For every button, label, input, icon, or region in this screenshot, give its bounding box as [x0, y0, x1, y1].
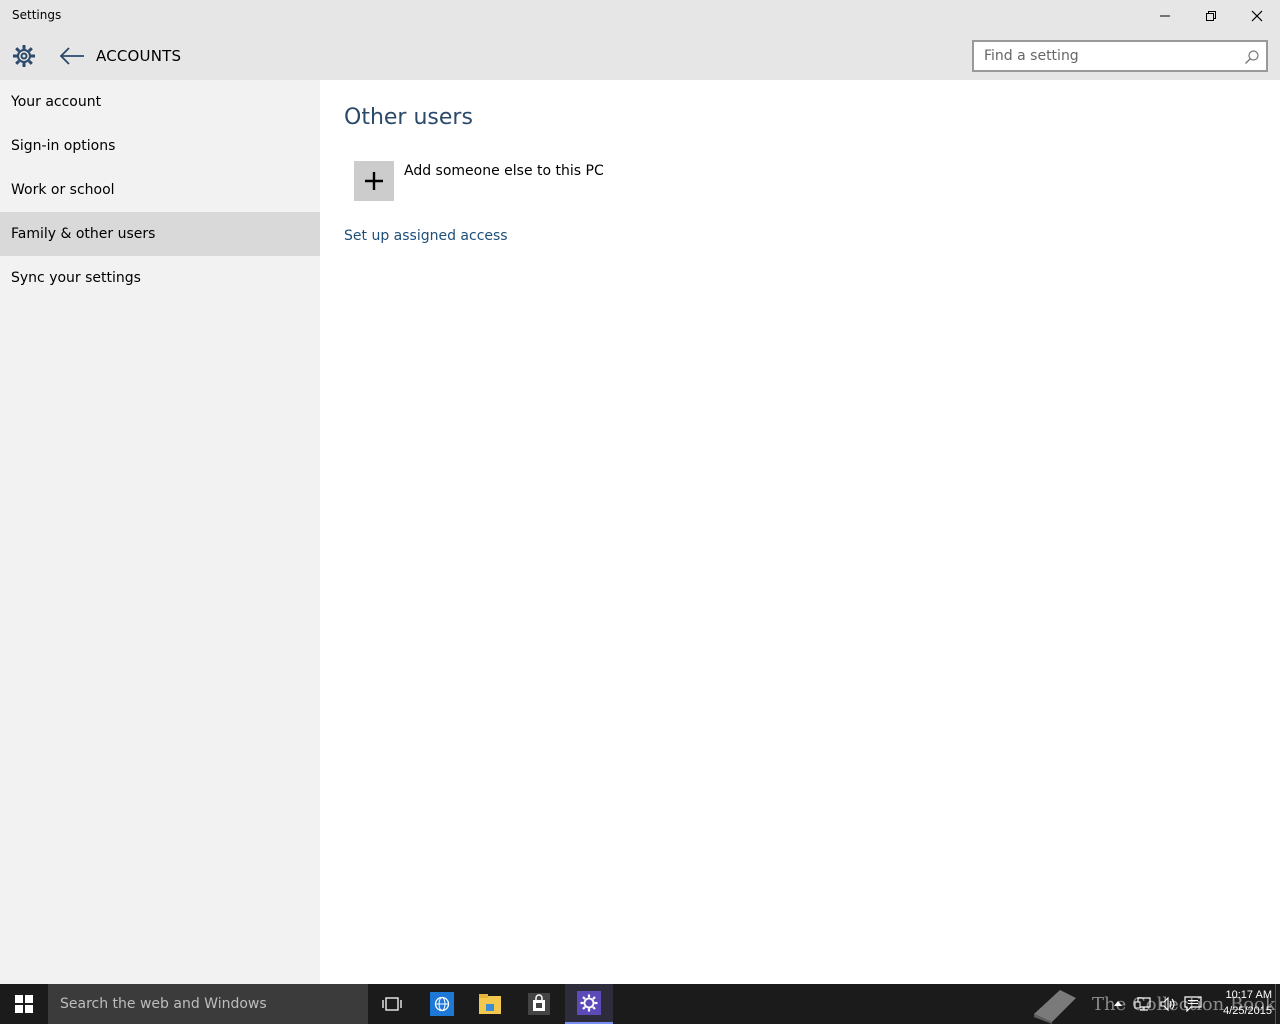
- task-view-icon: [382, 997, 402, 1011]
- chevron-up-icon: [1114, 1001, 1122, 1006]
- add-someone-button[interactable]: Add someone else to this PC: [354, 161, 604, 201]
- sidebar-item-family-other-users[interactable]: Family & other users: [0, 212, 320, 256]
- minimize-icon: [1160, 15, 1170, 17]
- network-tray-button[interactable]: [1130, 984, 1156, 1024]
- show-desktop-button[interactable]: [1275, 984, 1276, 1024]
- title-bar: Settings: [0, 0, 1280, 32]
- minimize-button[interactable]: [1142, 0, 1188, 32]
- sidebar-item-label: Family & other users: [11, 226, 156, 242]
- settings-search-box[interactable]: [972, 40, 1268, 72]
- sidebar-item-work-or-school[interactable]: Work or school: [0, 168, 320, 212]
- clock-time: 10:17 AM: [1225, 989, 1272, 1001]
- close-icon: [1251, 10, 1263, 22]
- clock-date: 4/25/2015: [1223, 1005, 1272, 1017]
- windows-logo-icon: [15, 995, 33, 1013]
- sidebar-item-label: Sign-in options: [11, 138, 116, 154]
- page-title: ACCOUNTS: [96, 47, 182, 65]
- window-title: Settings: [12, 8, 62, 22]
- show-hidden-icons-button[interactable]: [1110, 984, 1126, 1024]
- network-icon: [1134, 997, 1151, 1011]
- sidebar-item-sync-settings[interactable]: Sync your settings: [0, 256, 320, 300]
- start-button[interactable]: [0, 984, 48, 1024]
- task-view-button[interactable]: [368, 984, 416, 1024]
- main-content: Other users Add someone else to this PC …: [320, 80, 1280, 984]
- browser-icon: [430, 992, 454, 1016]
- restore-icon: [1206, 11, 1216, 21]
- search-icon[interactable]: [1244, 49, 1260, 65]
- settings-gear-icon: [10, 42, 38, 70]
- volume-tray-button[interactable]: [1156, 984, 1180, 1024]
- taskbar-search-input[interactable]: [48, 984, 368, 1024]
- volume-icon: [1160, 996, 1175, 1012]
- store-icon: [528, 993, 550, 1015]
- folder-icon: [479, 994, 501, 1014]
- settings-search-input[interactable]: [974, 42, 1234, 70]
- taskbar-clock[interactable]: 10:17 AM 4/25/2015: [1206, 987, 1272, 1019]
- close-button[interactable]: [1234, 0, 1280, 32]
- sidebar-item-label: Sync your settings: [11, 270, 141, 286]
- sidebar-item-label: Your account: [11, 94, 102, 110]
- sidebar-item-your-account[interactable]: Your account: [0, 80, 320, 124]
- taskbar-file-explorer-button[interactable]: [466, 984, 514, 1024]
- add-tile[interactable]: [354, 161, 394, 201]
- sidebar-item-sign-in-options[interactable]: Sign-in options: [0, 124, 320, 168]
- taskbar-store-button[interactable]: [515, 984, 563, 1024]
- back-button[interactable]: [56, 42, 88, 70]
- settings-app-icon: [577, 991, 601, 1015]
- sidebar-item-label: Work or school: [11, 182, 115, 198]
- assigned-access-link[interactable]: Set up assigned access: [344, 228, 508, 244]
- settings-header: ACCOUNTS: [0, 32, 1280, 80]
- plus-icon: [365, 172, 383, 190]
- taskbar-settings-button[interactable]: [565, 984, 613, 1024]
- taskbar: The Collection Book 10:17 AM 4/25/2015: [0, 984, 1280, 1024]
- back-arrow-icon: [59, 47, 84, 65]
- taskbar-search-box[interactable]: [48, 984, 368, 1024]
- message-icon: [1184, 996, 1202, 1012]
- book-logo-icon: [1034, 990, 1076, 1024]
- action-center-button[interactable]: [1182, 984, 1204, 1024]
- sidebar: Your account Sign-in options Work or sch…: [0, 80, 320, 984]
- section-title: Other users: [344, 105, 473, 130]
- add-someone-label[interactable]: Add someone else to this PC: [404, 163, 604, 179]
- restore-button[interactable]: [1188, 0, 1234, 32]
- taskbar-browser-button[interactable]: [418, 984, 466, 1024]
